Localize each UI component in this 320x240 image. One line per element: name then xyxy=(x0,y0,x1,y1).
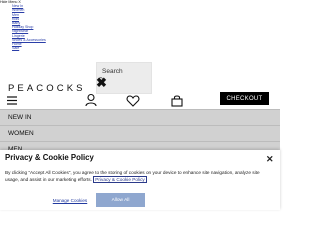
skip-menu-item[interactable]: Sale xyxy=(12,46,46,50)
allow-all-button[interactable]: Allow All xyxy=(96,193,145,207)
cookie-banner: Privacy & Cookie Policy ✕ By clicking “A… xyxy=(0,150,280,210)
basket-icon[interactable] xyxy=(170,94,184,108)
account-icon[interactable] xyxy=(84,93,98,107)
cookie-banner-title: Privacy & Cookie Policy xyxy=(5,153,94,162)
search-label: Search xyxy=(102,68,123,75)
wishlist-heart-icon[interactable] xyxy=(126,94,140,108)
cookie-banner-text: By clicking “Accept All Cookies”, you ag… xyxy=(5,169,273,183)
menu-icon[interactable] xyxy=(6,94,20,108)
close-icon[interactable]: ✕ xyxy=(266,155,274,164)
privacy-policy-link[interactable]: Privacy & Cookie Policy xyxy=(93,176,147,183)
skip-menu-list: New In Women Men Kids Baby Holiday Shop … xyxy=(0,4,46,50)
manage-cookies-button[interactable]: Manage Cookies xyxy=(42,195,98,206)
skip-menu: Hide Menu X New In Women Men Kids Baby H… xyxy=(0,0,46,50)
checkout-button[interactable]: CHECKOUT xyxy=(220,92,269,105)
